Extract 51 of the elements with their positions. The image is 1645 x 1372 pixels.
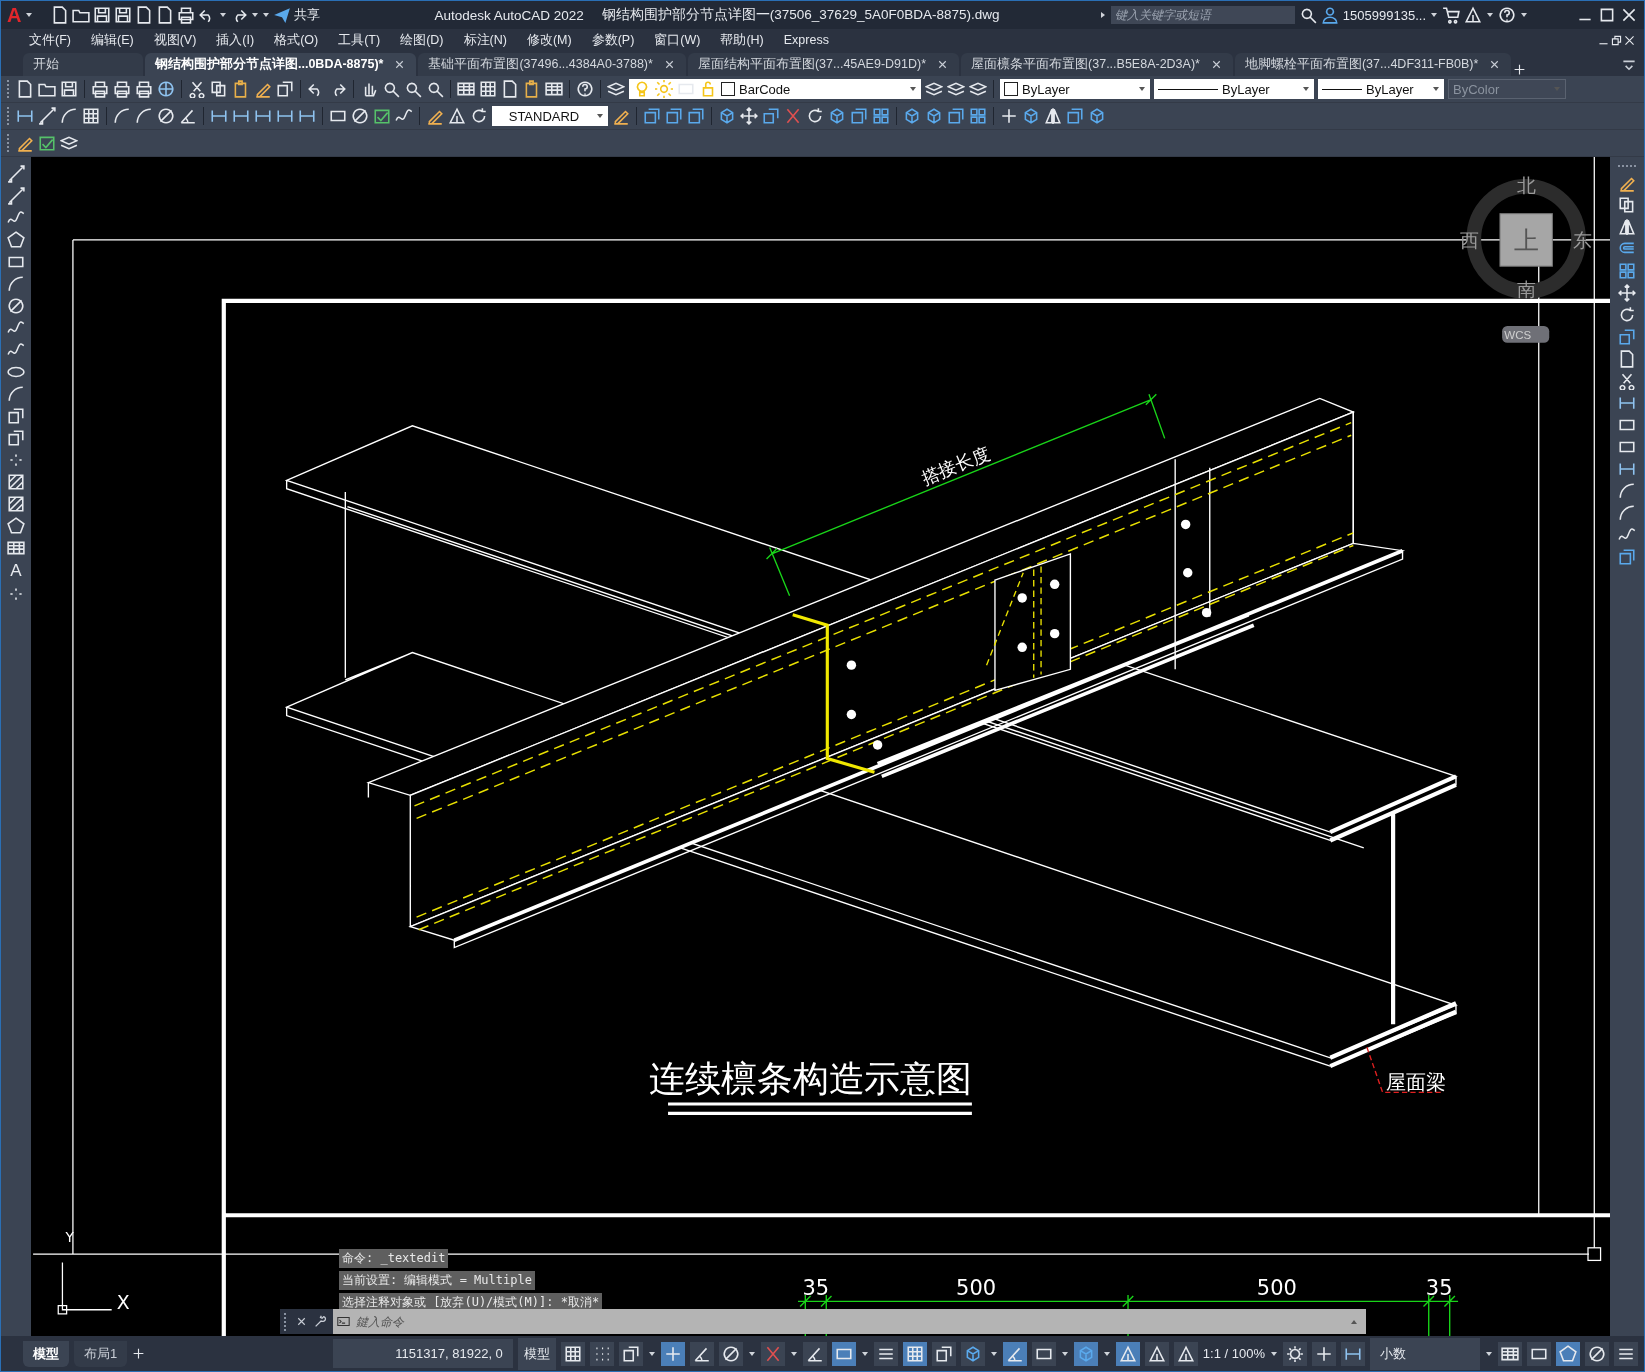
compass-label[interactable]: 西 [1460,230,1480,252]
beam-label: 屋面梁 [1386,1071,1447,1095]
file-name: 钢结构围护部分节点详图一(37506_37629_5A0F0BDA-8875).dwg [601,6,1000,24]
annotation-scale[interactable]: 1:1 / 100% [1202,1346,1265,1361]
color-dropdown[interactable]: ByLayer [1000,79,1150,99]
text-tool[interactable]: A [10,561,22,581]
menu-item[interactable]: 修改(M) [516,31,582,49]
file-tab[interactable]: 钢结构围护部分节点详图...0BDA-8875)* [145,53,417,76]
dimension-value: 500 [956,1276,997,1301]
menu-item[interactable]: 参数(P) [581,31,645,49]
dimension-value: 500 [1256,1276,1297,1301]
coordinates[interactable]: 1151317, 81922, 0 [332,1339,513,1368]
file-tab[interactable]: 屋面结构平面布置图(37...45AE9-D91D)* [687,53,960,76]
file-tab[interactable]: 开始 [23,53,143,76]
compass-label[interactable]: 南 [1516,278,1536,300]
menu-item[interactable]: Express [773,33,839,47]
menu-item[interactable]: 标注(N) [453,31,517,49]
menu-item[interactable]: 文件(F) [19,31,81,49]
ucs-x-label: X [116,1290,130,1313]
menu-item[interactable]: 窗口(W) [644,31,711,49]
menu-item[interactable]: 视图(V) [143,31,207,49]
layout-tab[interactable]: 布局1 [74,1340,128,1367]
share-button[interactable]: 共享 [294,6,321,24]
menu-item[interactable]: 插入(I) [206,31,265,49]
menu-item[interactable]: 帮助(H) [710,31,774,49]
layer-dropdown[interactable]: BarCode [629,79,921,99]
user-name[interactable]: 1505999135... [1342,7,1426,23]
file-tab[interactable]: 基础平面布置图(37496...4384A0-3788)* [418,53,686,76]
units-dropdown[interactable]: 小数 [1370,1337,1480,1370]
menu-item[interactable]: 格式(O) [264,31,329,49]
app-title: Autodesk AutoCAD 2022 [434,7,584,23]
search-field[interactable]: 键入关键字或短语 [1110,6,1295,24]
linetype-dropdown[interactable]: ByLayer [1154,79,1314,99]
text-style-dropdown[interactable]: STANDARD [492,106,608,126]
file-tab[interactable]: 屋面檩条平面布置图(37...B5E8A-2D3A)* [961,53,1233,76]
drawing-title: 连续檩条构造示意图 [648,1058,973,1100]
dimension-label: 搭接长度 [918,442,993,489]
layout-tab[interactable]: 模型 [23,1340,69,1367]
model-space-button[interactable]: 模型 [517,1337,556,1370]
menu-item[interactable]: 工具(T) [328,31,391,49]
viewcube-face-label: 上 [1513,226,1539,255]
dimension-value: 35 [802,1276,830,1301]
menu-item[interactable]: 绘图(D) [390,31,454,49]
dimension-value: 35 [1425,1276,1453,1301]
file-tab[interactable]: 地脚螺栓平面布置图(37...4DF311-FB0B)* [1234,53,1512,76]
menu-item[interactable]: 编辑(E) [80,31,144,49]
compass-label[interactable]: 北 [1516,174,1536,196]
command-field[interactable]: 鍵入命令 [333,1309,1366,1334]
ucs-menu-label: WCS [1504,328,1532,341]
compass-label[interactable]: 东 [1573,230,1593,252]
lineweight-dropdown[interactable]: ByLayer [1318,79,1444,99]
